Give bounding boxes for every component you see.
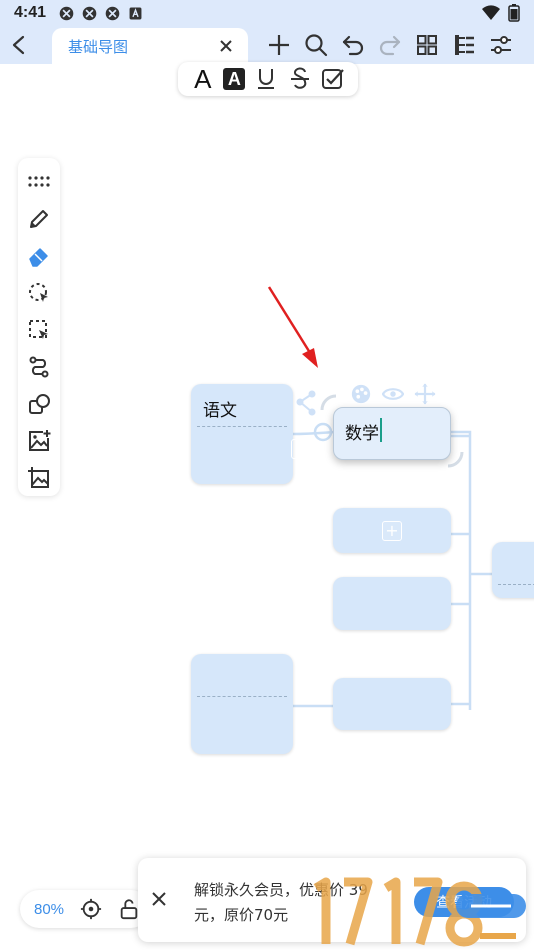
settings-sliders-icon	[490, 36, 511, 54]
palette-icon[interactable]	[350, 383, 372, 405]
close-icon[interactable]	[150, 890, 168, 908]
node-label-chinese: 语文	[203, 401, 237, 421]
back-button[interactable]	[0, 26, 40, 64]
search-button[interactable]	[297, 26, 334, 64]
undo-button[interactable]	[334, 26, 371, 64]
mindmap-node[interactable]	[333, 577, 451, 630]
add-child-button[interactable]: +	[382, 521, 402, 541]
underline-button[interactable]	[253, 66, 279, 92]
mindmap-node-root[interactable]	[492, 542, 534, 598]
underline-icon	[257, 69, 274, 89]
redo-icon	[379, 35, 400, 56]
mindmap-node[interactable]	[191, 654, 293, 754]
mindmap-node-chinese[interactable]: 语文	[191, 384, 293, 484]
checkbox-button[interactable]	[320, 66, 346, 92]
node-label-math: 数学	[345, 424, 379, 444]
move-icon[interactable]	[414, 383, 436, 405]
layout-icon	[416, 35, 437, 55]
structure-icon	[454, 35, 474, 55]
expand-node-button[interactable]: +	[291, 439, 311, 459]
text-format-bar: A A	[178, 62, 358, 96]
lock-icon[interactable]	[118, 898, 140, 920]
app-notification-icon	[82, 6, 97, 20]
checkbox-icon	[322, 69, 344, 89]
strikethrough-icon	[290, 67, 309, 89]
layout-button[interactable]	[408, 26, 445, 64]
annotation-arrow	[267, 286, 318, 368]
wifi-icon	[482, 5, 500, 21]
text-color-label: A	[194, 63, 212, 94]
mindmap-canvas[interactable]: 语文 + 数学 +	[0, 96, 534, 856]
zoom-level[interactable]: 80%	[34, 901, 64, 918]
a-badge-icon	[129, 7, 142, 19]
strikethrough-button[interactable]	[287, 66, 313, 92]
back-arrow-icon	[12, 35, 25, 55]
highlight-button[interactable]: A	[223, 68, 246, 90]
settings-button[interactable]	[482, 26, 519, 64]
eye-icon[interactable]	[382, 383, 404, 405]
text-color-button[interactable]: A	[190, 63, 216, 94]
mindmap-node-math[interactable]: 数学	[333, 407, 451, 460]
close-tab-icon[interactable]	[218, 38, 234, 54]
redo-button[interactable]	[371, 26, 408, 64]
node-toolbar	[350, 383, 436, 405]
top-toolbar: 基础导图	[0, 26, 534, 64]
promo-banner: 解锁永久会员，优惠价 39 元，原价70元 查看活动	[138, 858, 526, 942]
branch-handle-icon[interactable]	[296, 390, 316, 416]
zoom-control: 80%	[20, 890, 150, 928]
add-icon	[268, 35, 289, 55]
mindmap-node[interactable]	[333, 678, 451, 730]
search-icon	[304, 34, 327, 57]
text-cursor	[380, 418, 382, 442]
document-tab[interactable]: 基础导图	[52, 28, 248, 64]
structure-button[interactable]	[445, 26, 482, 64]
promo-text: 解锁永久会员，优惠价 39 元，原价70元	[194, 881, 368, 924]
battery-icon	[508, 4, 520, 22]
app-notification-icon	[59, 6, 74, 20]
locate-icon[interactable]	[80, 898, 102, 920]
status-time: 4:41	[14, 4, 47, 21]
mindmap-node[interactable]: +	[333, 508, 451, 553]
view-event-button[interactable]: 查看活动	[414, 887, 514, 917]
undo-icon	[342, 35, 363, 56]
highlight-label: A	[227, 68, 241, 89]
app-notification-icon	[105, 6, 120, 20]
status-bar: 4:41	[0, 0, 534, 26]
status-notification-icons	[58, 5, 144, 22]
add-button[interactable]	[260, 26, 297, 64]
tab-title: 基础导图	[68, 38, 129, 56]
